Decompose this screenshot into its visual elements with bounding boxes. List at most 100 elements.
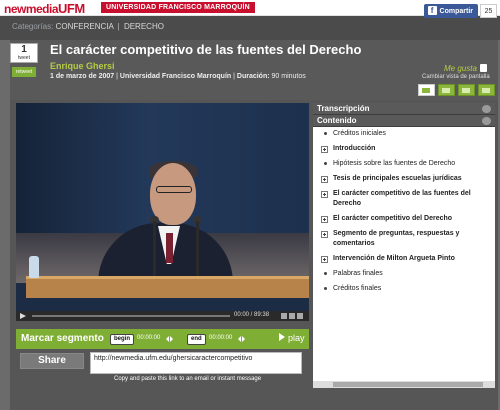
podium <box>26 276 309 298</box>
seek-bar[interactable] <box>32 315 230 317</box>
categories-bar: Categorías: CONFERENCIA | DERECHO <box>0 16 500 40</box>
expand-plus-icon[interactable] <box>321 231 328 238</box>
expand-plus-icon[interactable] <box>321 191 328 198</box>
bullet-icon <box>324 272 327 275</box>
horizontal-scrollbar[interactable] <box>313 381 495 388</box>
retweet-button[interactable]: retweet <box>12 67 36 77</box>
video-player[interactable] <box>16 103 309 311</box>
play-icon[interactable] <box>20 313 26 319</box>
facebook-share-count: 25 <box>480 4 497 18</box>
layout-icon <box>442 88 450 93</box>
chapter-label: Palabras finales <box>333 270 383 277</box>
layout-icon <box>422 88 430 93</box>
bullet-icon <box>324 132 327 135</box>
speaker-glasses <box>156 186 192 193</box>
end-button[interactable]: end <box>187 334 206 345</box>
share-link-field[interactable]: http://newmedia.ufm.edu/ghersicaracterco… <box>90 352 302 374</box>
microphone-stand-right <box>196 221 199 283</box>
chapter-label: Créditos finales <box>333 285 382 292</box>
logo-newmedia-text: newmedia <box>4 2 59 16</box>
bullet-icon <box>324 287 327 290</box>
chapter-label: Segmento de preguntas, respuestas y come… <box>333 230 460 247</box>
volume-icon[interactable] <box>281 313 287 319</box>
newmedia-ufm-logo[interactable]: newmediaUFM <box>4 1 85 16</box>
like-label: Me gusta <box>444 64 477 73</box>
play-segment-icon <box>279 333 285 341</box>
chapter-item[interactable]: El carácter competitivo de las fuentes d… <box>319 189 493 209</box>
expand-plus-icon[interactable] <box>321 146 328 153</box>
facebook-icon: f <box>427 6 437 15</box>
tweet-label: tweet <box>18 55 30 61</box>
chapter-label: Tesis de principales escuelas jurídicas <box>333 175 462 182</box>
expand-plus-icon[interactable] <box>321 216 328 223</box>
share-button[interactable]: Share <box>20 353 84 369</box>
chapter-item[interactable]: Créditos finales <box>319 284 493 294</box>
end-adjust-arrows-icon[interactable] <box>238 336 246 342</box>
chapter-item[interactable]: Créditos iniciales <box>319 129 493 139</box>
category-link-derecho[interactable]: DERECHO <box>124 22 164 31</box>
player-control-icons <box>279 313 305 319</box>
transcripcion-label: Transcripción <box>317 104 370 113</box>
transcripcion-header[interactable]: Transcripción <box>313 103 495 115</box>
layout-icon <box>462 88 470 93</box>
view-layout-1-button[interactable] <box>418 84 435 96</box>
playback-time: 00:00 / 89:38 <box>234 312 270 318</box>
chapter-item[interactable]: El carácter competitivo del Derecho <box>319 214 493 224</box>
university-name: FRANCISCO MARROQUÍN <box>158 4 250 11</box>
begin-time: 00:00:00 <box>137 335 161 341</box>
chapter-label: Intervención de Milton Argueta Pinto <box>333 255 455 262</box>
chapter-item[interactable]: Segmento de preguntas, respuestas y come… <box>319 229 493 249</box>
segment-label: Marcar segmento <box>21 333 104 344</box>
view-layout-3-button[interactable] <box>458 84 475 96</box>
collapse-toggle-icon[interactable] <box>482 117 491 125</box>
facebook-share-button[interactable]: f Compartir <box>423 4 478 18</box>
video-duration: 90 minutos <box>271 73 306 80</box>
layout-icon <box>482 88 490 93</box>
fullscreen-icon[interactable] <box>297 313 303 319</box>
play-segment-button[interactable]: play <box>279 333 305 343</box>
begin-button[interactable]: begin <box>110 334 134 345</box>
contenido-label: Contenido <box>317 116 357 125</box>
begin-adjust-arrows-icon[interactable] <box>166 336 174 342</box>
category-separator: | <box>117 22 120 31</box>
chapter-item[interactable]: Hipótesis sobre las fuentes de Derecho <box>319 159 493 169</box>
bullet-icon <box>324 162 327 165</box>
chapter-label: Hipótesis sobre las fuentes de Derecho <box>333 160 456 167</box>
chapter-list: Créditos iniciales Introducción Hipótesi… <box>319 129 493 299</box>
settings-icon[interactable] <box>289 313 295 319</box>
chapter-label: Créditos iniciales <box>333 130 386 137</box>
segment-bar: Marcar segmento begin 00:00:00 end 00:00… <box>16 329 309 349</box>
scrollbar-thumb[interactable] <box>333 382 483 387</box>
chapter-item[interactable]: Tesis de principales escuelas jurídicas <box>319 174 493 184</box>
video-date: 1 de marzo de 2007 <box>50 73 115 80</box>
end-time: 00:00:00 <box>209 335 233 341</box>
expand-plus-icon[interactable] <box>321 256 328 263</box>
university-banner[interactable]: UNIVERSIDAD FRANCISCO MARROQUÍN <box>101 2 255 13</box>
player-controls: 00:00 / 89:38 <box>16 311 309 321</box>
logo-ufm-text: UFM <box>58 1 85 16</box>
expand-plus-icon[interactable] <box>321 176 328 183</box>
university-prefix: UNIVERSIDAD <box>106 4 159 11</box>
microphone-stand-left <box>153 221 156 283</box>
speaker-tie <box>166 233 173 263</box>
chapter-label: El carácter competitivo de las fuentes d… <box>333 190 471 207</box>
chapter-item[interactable]: Introducción <box>319 144 493 154</box>
categories-label: Categorías: <box>12 22 54 31</box>
tweet-count: 1 <box>21 44 27 55</box>
chapter-item[interactable]: Intervención de Milton Argueta Pinto <box>319 254 493 264</box>
tweet-counter[interactable]: 1 tweet <box>10 43 38 63</box>
share-note: Copy and paste this link to an email or … <box>114 376 262 382</box>
video-institution: Universidad Francisco Marroquín <box>119 73 232 80</box>
expand-toggle-icon[interactable] <box>482 105 491 113</box>
view-layout-4-button[interactable] <box>478 84 495 96</box>
video-meta: 1 de marzo de 2007 | Universidad Francis… <box>50 73 306 80</box>
chapter-item[interactable]: Palabras finales <box>319 269 493 279</box>
video-author[interactable]: Enrique Ghersi <box>50 61 115 71</box>
video-title: El carácter competitivo de las fuentes d… <box>50 42 362 57</box>
category-link-conferencia[interactable]: CONFERENCIA <box>56 22 114 31</box>
facebook-share-label: Compartir <box>439 8 473 15</box>
contenido-header[interactable]: Contenido <box>313 115 495 127</box>
view-options <box>418 84 498 96</box>
view-layout-2-button[interactable] <box>438 84 455 96</box>
like-button[interactable]: Me gusta <box>444 64 487 73</box>
